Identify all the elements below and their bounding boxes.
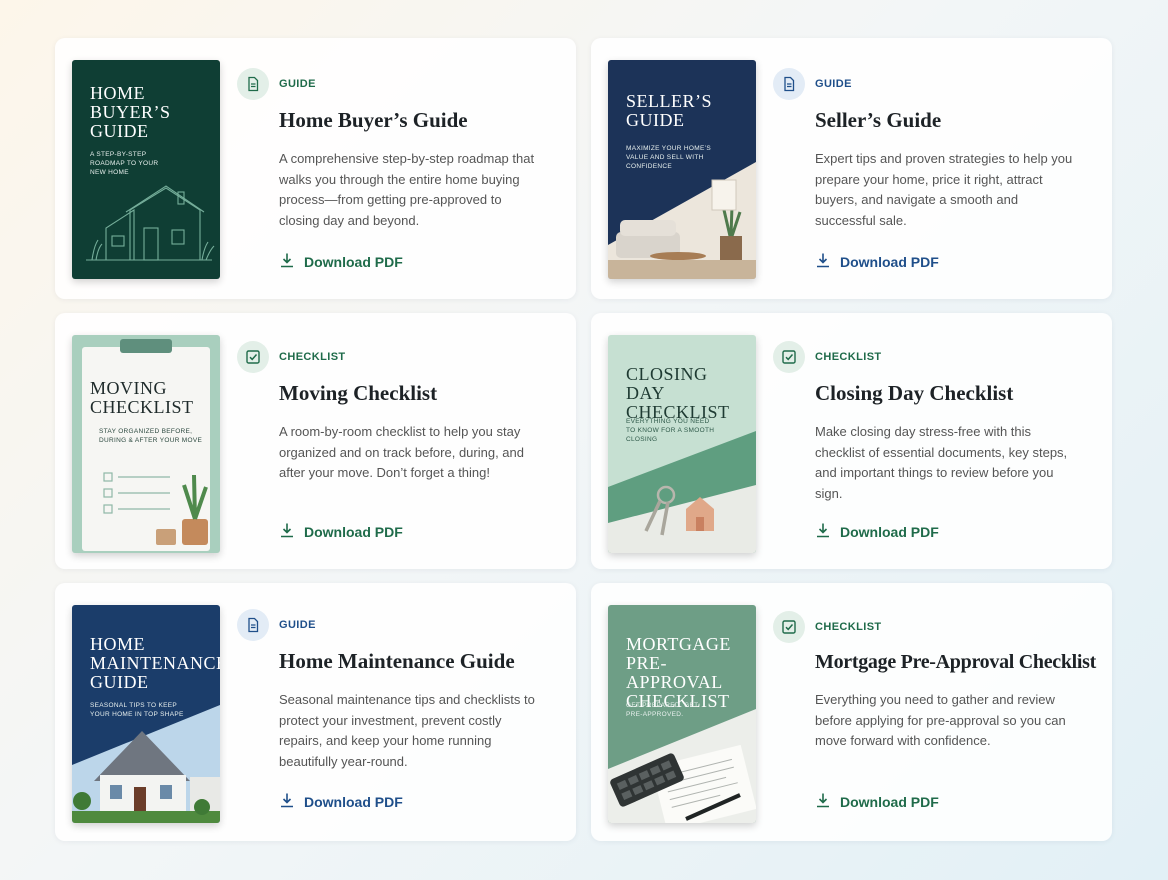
document-icon (237, 609, 269, 641)
card-title: Closing Day Checklist (815, 381, 1014, 405)
cover-subtitle: STAY ORGANIZED BEFORE, DURING & AFTER YO… (99, 428, 203, 444)
card-title: Mortgage Pre-Approval Checklist (815, 651, 1097, 673)
download-icon (279, 792, 304, 811)
download-pdf-button[interactable]: Download PDF (815, 252, 939, 271)
cover-image-closing-day-checklist[interactable]: CLOSING DAY CHECKLIST EVERYTHING YOU NEE… (608, 335, 756, 553)
checkbox-icon (237, 341, 269, 373)
card-title: Home Maintenance Guide (279, 649, 515, 673)
category-tag: CHECKLIST (815, 621, 882, 633)
download-icon (815, 522, 840, 541)
card-title: Seller’s Guide (815, 108, 942, 132)
cover-subtitle: A STEP-BY-STEP ROADMAP TO YOUR NEW HOME (90, 151, 159, 176)
resource-card-sellers-guide: SELLER’S GUIDE MAXIMIZE YOUR HOME’S VALU… (591, 38, 1112, 299)
card-description: A room-by-room checklist to help you sta… (279, 424, 525, 480)
checkbox-icon (773, 611, 805, 643)
category-tag: CHECKLIST (279, 351, 346, 363)
download-pdf-button[interactable]: Download PDF (279, 252, 403, 271)
category-tag: CHECKLIST (815, 351, 882, 363)
resource-grid: HOME BUYER’S GUIDE A STEP-BY-STEP ROADMA… (55, 38, 1112, 841)
checkbox-icon (773, 341, 805, 373)
cover-image-home-maintenance-guide[interactable]: HOME MAINTENANCE GUIDE SEASONAL TIPS TO … (72, 605, 220, 823)
download-pdf-button[interactable]: Download PDF (815, 792, 939, 811)
cover-title: MOVING CHECKLIST (90, 378, 194, 417)
resource-card-home-maintenance-guide: HOME MAINTENANCE GUIDE SEASONAL TIPS TO … (55, 583, 576, 841)
card-description: Everything you need to gather and review… (815, 692, 1066, 748)
download-icon (279, 522, 304, 541)
card-description: Seasonal maintenance tips and checklists… (279, 692, 535, 769)
cover-image-mortgage-pre-approval-checklist[interactable]: MORTGAGE PRE-APPROVAL CHECKLIST GET PREP… (608, 605, 756, 823)
cover-subtitle: EVERYTHING YOU NEED TO KNOW FOR A SMOOTH… (626, 418, 715, 443)
document-icon (773, 68, 805, 100)
download-icon (815, 792, 840, 811)
category-tag: GUIDE (815, 78, 852, 90)
cover-subtitle: GET PREPARED. GET PRE-APPROVED. (626, 702, 699, 718)
download-label: Download PDF (304, 253, 403, 270)
cover-title: HOME BUYER’S GUIDE (90, 83, 171, 141)
download-pdf-button[interactable]: Download PDF (815, 522, 939, 541)
cover-title: SELLER’S GUIDE (626, 91, 713, 130)
category-tag: GUIDE (279, 619, 316, 631)
category-tag: GUIDE (279, 78, 316, 90)
card-title: Home Buyer’s Guide (279, 108, 468, 132)
cover-subtitle: MAXIMIZE YOUR HOME’S VALUE AND SELL WITH… (626, 145, 711, 170)
card-description: Make closing day stress-free with this c… (815, 424, 1068, 501)
resource-card-closing-day-checklist: CLOSING DAY CHECKLIST EVERYTHING YOU NEE… (591, 313, 1112, 569)
cover-title: CLOSING DAY CHECKLIST (626, 364, 730, 422)
cover-image-moving-checklist[interactable]: MOVING CHECKLIST STAY ORGANIZED BEFORE, … (72, 335, 220, 553)
document-icon (237, 68, 269, 100)
download-pdf-button[interactable]: Download PDF (279, 792, 403, 811)
card-description: A comprehensive step-by-step roadmap tha… (279, 151, 535, 228)
cover-title: HOME MAINTENANCE GUIDE (90, 634, 220, 692)
cover-subtitle: SEASONAL TIPS TO KEEP YOUR HOME IN TOP S… (90, 702, 184, 718)
download-pdf-button[interactable]: Download PDF (279, 522, 403, 541)
download-label: Download PDF (304, 523, 403, 540)
resource-card-moving-checklist: MOVING CHECKLIST STAY ORGANIZED BEFORE, … (55, 313, 576, 569)
cover-image-home-buyers-guide[interactable]: HOME BUYER’S GUIDE A STEP-BY-STEP ROADMA… (72, 60, 220, 279)
cover-image-sellers-guide[interactable]: SELLER’S GUIDE MAXIMIZE YOUR HOME’S VALU… (608, 60, 756, 279)
card-description: Expert tips and proven strategies to hel… (815, 151, 1073, 228)
resource-card-mortgage-pre-approval-checklist: MORTGAGE PRE-APPROVAL CHECKLIST GET PREP… (591, 583, 1112, 841)
card-title: Moving Checklist (279, 381, 438, 405)
download-icon (815, 252, 840, 271)
cover-title: MORTGAGE PRE-APPROVAL CHECKLIST (626, 634, 731, 711)
download-label: Download PDF (304, 793, 403, 810)
resource-card-home-buyers-guide: HOME BUYER’S GUIDE A STEP-BY-STEP ROADMA… (55, 38, 576, 299)
download-label: Download PDF (840, 523, 939, 540)
download-icon (279, 252, 304, 271)
download-label: Download PDF (840, 253, 939, 270)
download-label: Download PDF (840, 793, 939, 810)
